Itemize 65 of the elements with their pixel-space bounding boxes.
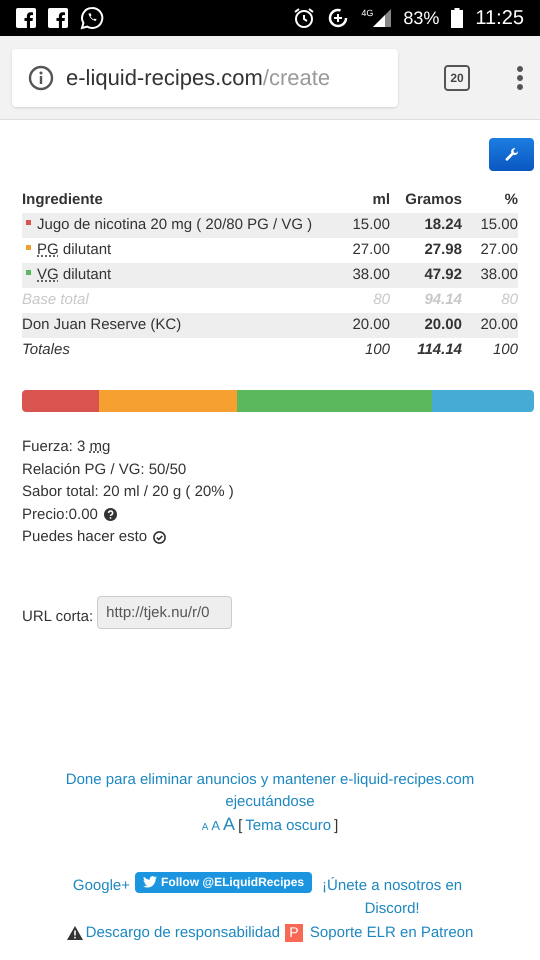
grams-cell-text: 18.24	[423, 215, 462, 236]
font-size-link[interactable]: A	[211, 814, 220, 836]
column-header: Gramos	[404, 190, 462, 210]
check-circle-icon	[153, 530, 166, 544]
address-bar[interactable]: e-liquid-recipes.com/create	[12, 48, 398, 106]
ingredient-name: Jugo de nicotina 20 mg ( 20/80 PG / VG )	[37, 215, 312, 236]
bracket: [	[238, 816, 242, 836]
column-header: Ingrediente	[22, 190, 104, 210]
ingredient-name: PG dilutant	[37, 240, 112, 260]
disclaimer-link[interactable]: Descargo de responsabilidad	[86, 922, 280, 944]
ingredient-name: Don Juan Reserve (KC)	[22, 315, 182, 336]
help-icon	[104, 508, 117, 522]
short-url-label: URL corta:	[22, 607, 94, 627]
twitter-follow-button[interactable]: Follow @ELiquidRecipes	[135, 872, 312, 892]
info-icon	[28, 64, 54, 90]
chat-bubble-icon	[80, 6, 104, 30]
percent-cell-text: 27.00	[479, 240, 518, 260]
bird-icon	[143, 876, 158, 888]
network-type: 4G	[361, 9, 374, 18]
font-size-link[interactable]: A	[223, 812, 236, 834]
grams-cell-text: 114.14	[416, 340, 462, 360]
clock: 11:25	[475, 6, 524, 31]
dark-theme-link[interactable]: Tema oscuro	[245, 814, 332, 836]
grams-cell-text: 27.98	[423, 240, 462, 260]
donate-link[interactable]: Done para eliminar anuncios y mantener e-liquid-recipes.com ejecutándose	[50, 768, 490, 812]
data-saver-icon	[327, 7, 350, 29]
facebook-icon	[48, 8, 68, 28]
signal-icon	[373, 9, 392, 27]
grams-cell-text: 20.00	[423, 315, 462, 336]
percent-cell-text: 38.00	[479, 265, 518, 286]
percent-cell-text: 100	[492, 340, 518, 360]
patreon-icon: P	[284, 924, 303, 942]
warning-icon	[66, 926, 83, 940]
wrench-icon	[504, 148, 518, 162]
settings-button[interactable]	[489, 138, 534, 171]
url-text: e-liquid-recipes.com/create	[66, 64, 330, 92]
ml-cell-text: 27.00	[351, 240, 390, 260]
ml-cell-text: 100	[364, 340, 390, 360]
discord-link[interactable]: ¡Únete a nosotros en Discord!	[317, 874, 468, 920]
patreon-link[interactable]: Soporte ELR en Patreon	[310, 922, 474, 944]
ingredient-name: Totales	[22, 340, 70, 360]
summary-line: Relación PG / VG: 50/50	[22, 460, 186, 480]
battery-icon	[451, 8, 464, 28]
grams-cell-text: 47.92	[423, 265, 462, 286]
summary-line: Fuerza: 3 mg	[22, 437, 110, 457]
more-menu-icon[interactable]	[516, 64, 524, 90]
facebook-icon	[16, 8, 36, 28]
column-header: %	[504, 190, 518, 210]
google-plus-link[interactable]: Google+	[72, 874, 130, 896]
summary-line: Precio:0.00	[22, 504, 98, 524]
summary-line: Sabor total: 20 ml / 20 g ( 20% )	[22, 482, 234, 502]
ml-cell-text: 15.00	[351, 215, 390, 236]
column-header: ml	[371, 190, 390, 210]
percent-cell-text: 20.00	[479, 315, 518, 336]
font-size-link[interactable]: A	[202, 816, 208, 838]
ml-cell-text: 20.00	[351, 315, 390, 336]
tab-count[interactable]: 20	[444, 64, 470, 90]
ml-cell-text: 38.00	[351, 265, 390, 286]
short-url-field[interactable]: http://tjek.nu/r/0	[97, 596, 232, 628]
summary-line: Puedes hacer esto	[22, 527, 148, 547]
bracket: ]	[334, 816, 338, 836]
battery-percent: 83%	[403, 6, 440, 30]
percent-cell-text: 15.00	[479, 215, 518, 236]
alarm-clock-icon	[293, 7, 316, 29]
ingredient-name: VG dilutant	[37, 265, 112, 286]
